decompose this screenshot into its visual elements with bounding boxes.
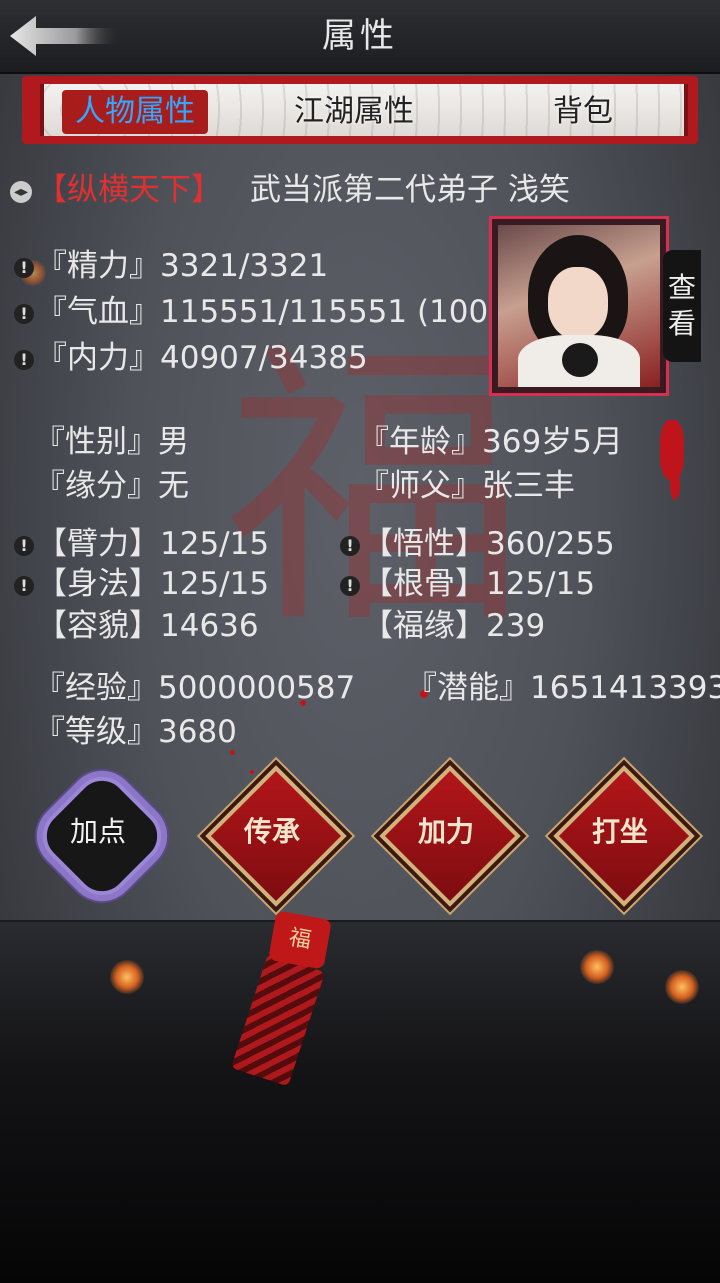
character-title-line: ◂▸ 【纵横天下】 武当派第二代弟子 浅笑 xyxy=(10,168,570,212)
attr-strength-value: 【臂力】125/15 xyxy=(36,526,270,562)
portrait-face xyxy=(548,267,608,339)
stat-qixue-value: 『气血』115551/115551 (100%) xyxy=(36,294,494,330)
info-age: 『年龄』369岁5月 xyxy=(358,424,623,460)
portrait-image xyxy=(498,225,660,387)
header-bar: 属性 xyxy=(0,0,720,74)
stat-qixue: ! 『气血』115551/115551 (100%) xyxy=(14,286,494,331)
character-title-tag[interactable]: 【纵横天下】 xyxy=(36,172,222,208)
swap-icon[interactable]: ◂▸ xyxy=(10,180,32,203)
attr-comprehension-value: 【悟性】360/255 xyxy=(362,526,615,562)
page-title: 属性 xyxy=(322,16,398,56)
info-gender: 『性别』男 xyxy=(34,424,189,460)
warning-icon[interactable]: ! xyxy=(14,349,34,370)
attr-agility-value: 【身法】125/15 xyxy=(36,566,270,602)
inherit-label: 传承 xyxy=(243,815,300,848)
character-portrait[interactable] xyxy=(489,216,669,396)
firecracker-top: 福 xyxy=(268,910,332,970)
portrait-cat xyxy=(562,343,598,377)
warning-icon[interactable]: ! xyxy=(14,575,34,596)
attr-constitution-value: 【根骨】125/15 xyxy=(362,566,596,602)
stat-neili: ! 『内力』40907/34385 xyxy=(14,332,368,377)
experience: 『经验』5000000587 xyxy=(34,670,356,706)
lantern xyxy=(110,960,144,994)
warning-icon[interactable]: ! xyxy=(14,535,34,556)
stat-neili-value: 『内力』40907/34385 xyxy=(36,340,368,376)
attr-comprehension: ! 【悟性】360/255 xyxy=(340,518,615,563)
view-button[interactable]: 查看 xyxy=(663,250,701,362)
warning-icon[interactable]: ! xyxy=(340,575,360,596)
warning-icon[interactable]: ! xyxy=(340,535,360,556)
warning-icon[interactable]: ! xyxy=(14,257,34,278)
stat-jingli-value: 『精力』3321/3321 xyxy=(36,248,329,284)
attr-strength: ! 【臂力】125/15 xyxy=(14,518,269,563)
potential: 『潜能』1651413393 xyxy=(406,670,720,706)
level: 『等级』3680 xyxy=(34,714,237,750)
add-points-button[interactable]: 加点 xyxy=(31,765,173,907)
tab-character-attributes[interactable]: 人物属性 xyxy=(62,90,208,134)
attr-luck: 【福缘】239 xyxy=(362,608,546,644)
tab-jianghu-attributes[interactable]: 江湖属性 xyxy=(294,90,414,134)
lantern xyxy=(580,950,614,984)
boost-label: 加力 xyxy=(417,815,474,848)
paint-splatter xyxy=(670,470,680,500)
info-fate: 『缘分』无 xyxy=(34,468,189,504)
character-description: 武当派第二代弟子 浅笑 xyxy=(250,172,570,208)
info-master: 『师父』张三丰 xyxy=(358,468,575,504)
boost-button[interactable]: 加力 xyxy=(379,765,521,907)
meditate-label: 打坐 xyxy=(591,815,648,848)
tab-backpack[interactable]: 背包 xyxy=(553,90,613,134)
lantern xyxy=(665,970,699,1004)
inherit-button[interactable]: 传承 xyxy=(205,765,347,907)
add-points-label: 加点 xyxy=(69,815,126,848)
attr-agility: ! 【身法】125/15 xyxy=(14,558,269,603)
stat-jingli: ! 『精力』3321/3321 xyxy=(14,240,328,285)
meditate-button[interactable]: 打坐 xyxy=(553,765,695,907)
attr-constitution: ! 【根骨】125/15 xyxy=(340,558,595,603)
attr-appearance: 【容貌】14636 xyxy=(36,608,259,644)
warning-icon[interactable]: ! xyxy=(14,303,34,324)
